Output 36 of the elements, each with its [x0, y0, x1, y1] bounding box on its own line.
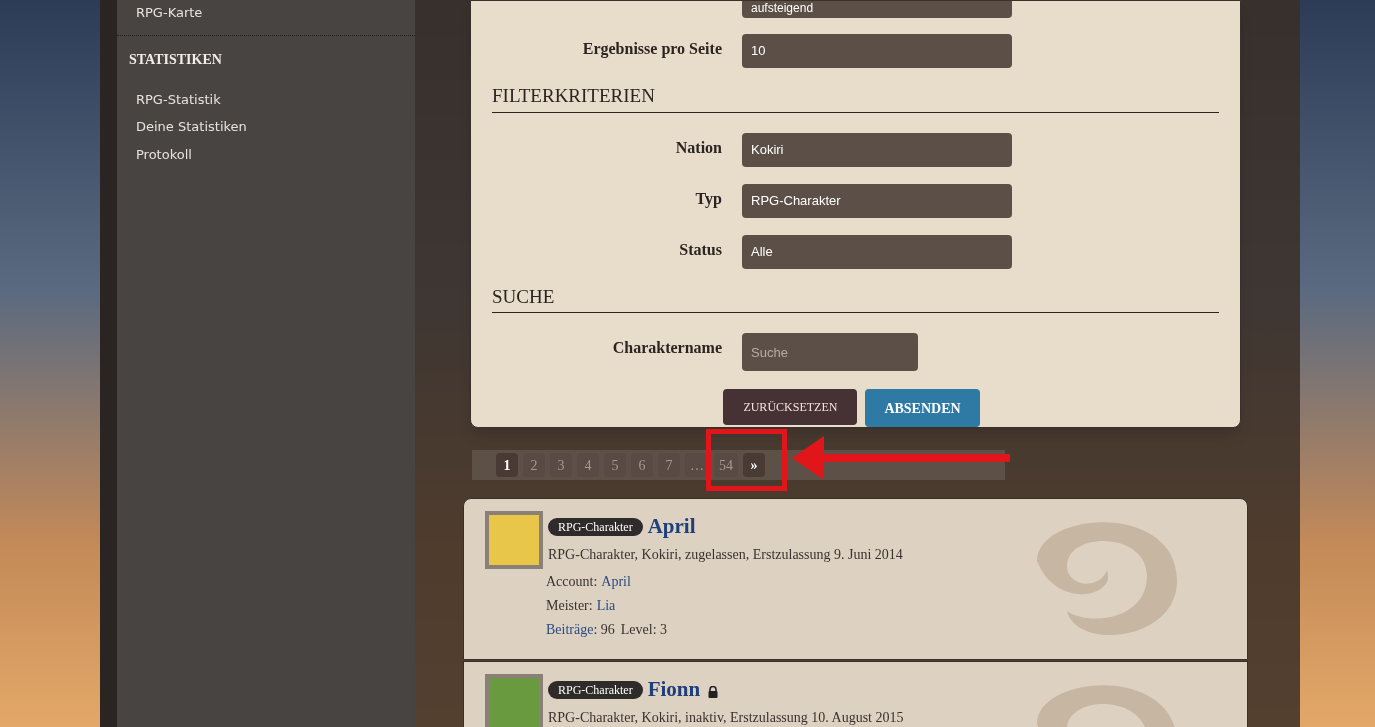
field-label: Account:	[546, 573, 598, 591]
sidebar-link[interactable]: RPG-Karte	[136, 3, 203, 23]
field-label: Charaktername	[612, 338, 722, 358]
level-text: Level: 3	[620, 621, 668, 639]
avatar-picture	[485, 674, 543, 727]
field-label: Nation	[675, 137, 722, 158]
sidebar-link[interactable]: RPG-Statistik	[136, 89, 221, 109]
character-name-link[interactable]: April	[647, 511, 696, 543]
section-heading: STATISTIKEN	[129, 50, 222, 69]
character-summary: RPG-Charakter, Kokiri, inaktiv, Erstzulassung 10. August 2015	[548, 708, 904, 726]
field-label: Meister:	[546, 597, 593, 615]
field-label: Typ	[695, 188, 722, 210]
sidebar-link[interactable]: Deine Statistiken	[136, 117, 247, 137]
sidebar-link[interactable]: Protokoll	[136, 144, 192, 164]
account-link[interactable]: April	[601, 571, 631, 592]
next-page-button[interactable]: »	[743, 453, 765, 477]
type-badge: RPG-Charakter	[548, 517, 643, 536]
type-badge: RPG-Charakter	[548, 680, 643, 699]
page-link[interactable]: 1	[496, 453, 518, 477]
select-field[interactable]: RPG-Charakter	[742, 183, 1012, 218]
field-label: Status	[679, 239, 722, 260]
character-summary: RPG-Charakter, Kokiri, zugelassen, Erstzulassung 9. Juni 2014	[548, 545, 903, 563]
reset-button[interactable]: ZURÜCKSETZEN	[723, 389, 858, 425]
select-field[interactable]: Kokiri	[742, 132, 1012, 167]
select-field[interactable]: Alle	[742, 234, 1012, 269]
posts-count: : 96	[593, 621, 615, 639]
avatar-picture	[485, 511, 543, 569]
submit-button[interactable]: ABSENDEN	[865, 389, 980, 427]
select-field[interactable]: aufsteigend	[742, 1, 1012, 18]
section-heading: SUCHE	[492, 285, 555, 307]
select-field[interactable]: 10	[742, 34, 1012, 68]
section-heading: FILTERKRITERIEN	[492, 85, 655, 106]
master-link[interactable]: Lia	[596, 595, 616, 616]
character-name-link[interactable]: Fionn	[647, 674, 701, 706]
input-field[interactable]: Suche	[742, 333, 918, 371]
field-label: Ergebnisse pro Seite	[582, 39, 722, 60]
